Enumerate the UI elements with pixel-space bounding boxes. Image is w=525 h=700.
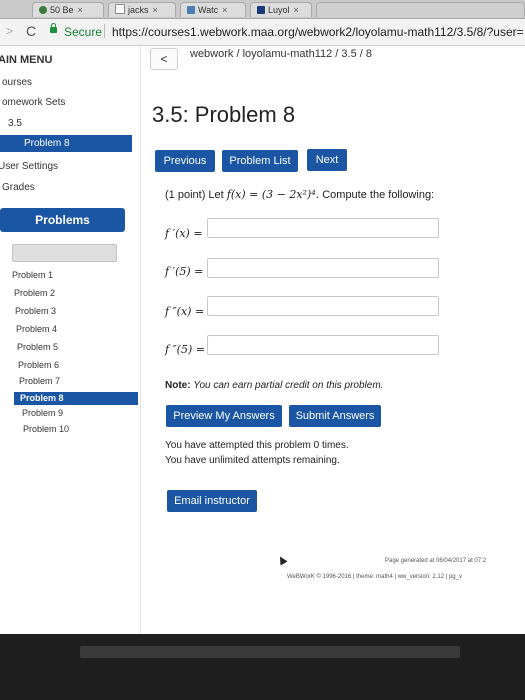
answer-input-4[interactable] <box>207 335 439 355</box>
site-icon <box>257 6 265 14</box>
problem-link-6[interactable]: Problem 6 <box>18 360 59 370</box>
tab-title: Luyol <box>268 5 290 15</box>
problem-link-9[interactable]: Problem 9 <box>22 408 63 418</box>
sidebar-item-courses[interactable]: ourses <box>2 77 32 88</box>
problem-link-7[interactable]: Problem 7 <box>19 376 60 386</box>
problem-statement: (1 point) Let f(x) = (3 − 2x²)⁴. Compute… <box>165 188 434 201</box>
next-button[interactable]: Next <box>307 149 347 171</box>
back-button[interactable]: < <box>150 48 178 70</box>
tab-title: Watc <box>198 5 219 15</box>
tab-title: 50 Be <box>50 5 74 15</box>
partial-credit-note: Note: You can earn partial credit on thi… <box>165 380 383 391</box>
laptop-bezel <box>0 634 525 700</box>
problem-link-1[interactable]: Problem 1 <box>12 270 53 280</box>
submit-answers-button[interactable]: Submit Answers <box>289 405 381 427</box>
preview-answers-button[interactable]: Preview My Answers <box>166 405 282 427</box>
close-icon[interactable]: × <box>78 5 83 15</box>
function-expression: f(x) = (3 − 2x²)⁴. <box>226 188 320 201</box>
sidebar-item-label: Problem 8 <box>24 138 70 149</box>
browser-tab-bar: 50 Be × jacks × Watc × Luyol × <box>0 0 525 19</box>
answer-input-3[interactable] <box>207 296 439 316</box>
breadcrumb[interactable]: webwork / loyolamu-math112 / 3.5 / 8 <box>190 48 372 60</box>
browser-tab-3[interactable]: Watc × <box>180 2 246 17</box>
problem-link-5[interactable]: Problem 5 <box>17 342 58 352</box>
browser-tab-1[interactable]: 50 Be × <box>32 2 104 17</box>
close-icon[interactable]: × <box>222 5 227 15</box>
screen-edge <box>80 646 460 658</box>
main-menu-heading: AIN MENU <box>0 54 53 66</box>
sidebar-item-user-settings[interactable]: User Settings <box>0 161 58 172</box>
answer-input-2[interactable] <box>207 258 439 278</box>
sidebar: AIN MENU ourses omework Sets 3.5 Problem… <box>0 46 141 634</box>
answer-input-1[interactable] <box>207 218 439 238</box>
lock-icon <box>50 23 57 33</box>
reload-icon[interactable]: C <box>26 23 36 39</box>
problem-intro: (1 point) Let <box>165 189 224 201</box>
address-bar: > C Secure https://courses1.webwork.maa.… <box>0 19 525 46</box>
site-icon <box>187 6 195 14</box>
sidebar-item-set[interactable]: 3.5 <box>8 118 22 129</box>
problem-link-10[interactable]: Problem 10 <box>23 424 69 434</box>
problem-link-4[interactable]: Problem 4 <box>16 324 57 334</box>
secure-label: Secure <box>64 25 103 39</box>
browser-tab-5[interactable] <box>316 2 525 17</box>
problem-link-8[interactable]: Problem 8 <box>14 392 138 405</box>
problem-list-button[interactable]: Problem List <box>222 150 298 172</box>
question-label-2: f ′(5) = <box>165 265 204 278</box>
forward-icon[interactable]: > <box>6 24 13 38</box>
problem-link-3[interactable]: Problem 3 <box>15 306 56 316</box>
google-icon <box>39 6 47 14</box>
close-icon[interactable]: × <box>153 5 158 15</box>
document-icon <box>115 4 125 14</box>
previous-button[interactable]: Previous <box>155 150 215 172</box>
problem-filter-bar[interactable] <box>12 244 117 262</box>
problem-link-2[interactable]: Problem 2 <box>14 288 55 298</box>
remaining-attempts-text: You have unlimited attempts remaining. <box>165 455 340 466</box>
footer-credits: WeBWorK © 1996-2016 | theme: math4 | ww_… <box>287 574 462 580</box>
browser-tab-2[interactable]: jacks × <box>108 2 176 17</box>
close-icon[interactable]: × <box>294 5 299 15</box>
url-field[interactable]: https://courses1.webwork.maa.org/webwork… <box>112 25 524 39</box>
footer-generated: Page generated at 06/04/2017 at 07:2 <box>385 558 487 564</box>
attempts-text: You have attempted this problem 0 times. <box>165 440 349 451</box>
question-label-4: f ″(5) = <box>165 343 205 356</box>
sidebar-item-grades[interactable]: Grades <box>2 182 35 193</box>
mouse-cursor-icon <box>276 554 288 566</box>
browser-tab-4[interactable]: Luyol × <box>250 2 312 17</box>
problems-button[interactable]: Problems <box>0 208 125 232</box>
question-label-1: f ′(x) = <box>165 227 203 240</box>
webwork-page: AIN MENU ourses omework Sets 3.5 Problem… <box>0 46 525 634</box>
tab-title: jacks <box>128 5 149 15</box>
problem-tail: Compute the following: <box>322 189 435 201</box>
note-text: You can earn partial credit on this prob… <box>193 380 384 391</box>
sidebar-item-homework-sets[interactable]: omework Sets <box>2 97 65 108</box>
question-label-3: f ″(x) = <box>165 305 205 318</box>
divider <box>104 24 105 38</box>
note-label: Note: <box>165 380 191 391</box>
email-instructor-button[interactable]: Email instructor <box>167 490 257 512</box>
sidebar-item-current-problem[interactable]: Problem 8 <box>0 135 132 152</box>
page-title: 3.5: Problem 8 <box>152 102 296 127</box>
